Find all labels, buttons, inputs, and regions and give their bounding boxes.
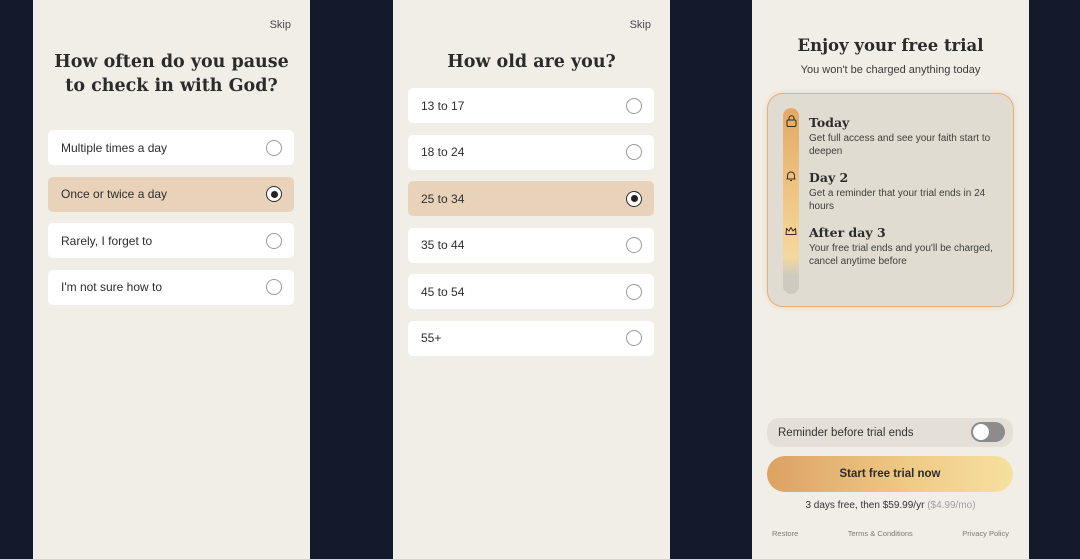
radio-button[interactable]: [266, 139, 282, 156]
age-question-screen: Skip How old are you? 13 to 17 18 to 24 …: [393, 0, 670, 559]
age-option[interactable]: 55+: [408, 320, 654, 356]
radio-button[interactable]: [626, 237, 642, 253]
age-option[interactable]: 18 to 24: [408, 134, 654, 170]
timeline-step-description: Get full access and see your faith start…: [809, 133, 991, 157]
radio-button-checked[interactable]: [266, 186, 282, 202]
answer-option-label: I'm not sure how to: [61, 280, 163, 294]
crown-icon: [784, 224, 798, 238]
bell-icon: [784, 169, 798, 183]
timeline-step-today: Today Get full access and see your faith…: [809, 115, 1005, 158]
age-option[interactable]: 13 to 17: [408, 88, 654, 123]
age-option-label: 45 to 54: [421, 284, 465, 299]
radio-button-checked[interactable]: [626, 190, 642, 207]
paywall-title: Enjoy your free trial: [797, 36, 984, 55]
price-main: 3 days free, then $59.99/yr: [805, 500, 925, 511]
radio-button[interactable]: [266, 232, 282, 249]
age-option[interactable]: 35 to 44: [408, 227, 654, 263]
legal-footer: Restore Terms & Conditions Privacy Polic…: [772, 529, 1009, 538]
timeline-step-day2: Day 2 Get a reminder that your trial end…: [809, 170, 1005, 213]
age-options-list: 13 to 17 18 to 24 25 to 34 35 to 44 45 t…: [408, 88, 654, 367]
age-option-label: 35 to 44: [421, 238, 465, 252]
free-trial-paywall-screen: Enjoy your free trial You won't be charg…: [752, 0, 1029, 559]
skip-button[interactable]: Skip: [270, 19, 291, 31]
question-title: How old are you?: [447, 52, 616, 72]
age-option-selected[interactable]: 25 to 34: [408, 181, 654, 216]
radio-button[interactable]: [266, 279, 282, 295]
answer-option-label: Once or twice a day: [61, 187, 168, 201]
question-title: How often do you pause to check in with …: [54, 52, 289, 96]
age-option-label: 55+: [421, 331, 442, 345]
timeline-step-description: Get a reminder that your trial ends in 2…: [809, 188, 986, 212]
age-option-label: 25 to 34: [421, 191, 465, 206]
skip-button[interactable]: Skip: [630, 19, 651, 31]
privacy-link[interactable]: Privacy Policy: [962, 529, 1009, 538]
answer-option[interactable]: Rarely, I forget to: [48, 223, 294, 258]
paywall-subtitle: You won't be charged anything today: [800, 64, 981, 76]
pricing-text: 3 days free, then $59.99/yr ($4.99/mo): [752, 500, 1029, 511]
answer-option-label: Rarely, I forget to: [61, 233, 153, 248]
timeline-step-after-day3: After day 3 Your free trial ends and you…: [809, 225, 1005, 268]
reminder-row: Reminder before trial ends: [767, 418, 1013, 447]
radio-button[interactable]: [626, 97, 642, 114]
answer-option-label: Multiple times a day: [61, 140, 168, 155]
radio-button[interactable]: [626, 283, 642, 300]
radio-button[interactable]: [626, 144, 642, 160]
trial-timeline-card: Today Get full access and see your faith…: [767, 93, 1014, 307]
answer-option[interactable]: Multiple times a day: [48, 130, 294, 165]
timeline-step-heading: Day 2: [809, 170, 849, 185]
timeline-step-heading: After day 3: [809, 225, 886, 240]
age-option-label: 18 to 24: [421, 145, 465, 159]
terms-link[interactable]: Terms & Conditions: [848, 529, 913, 538]
answer-options-list: Multiple times a day Once or twice a day…: [48, 130, 294, 316]
answer-option[interactable]: I'm not sure how to: [48, 269, 294, 305]
reminder-toggle[interactable]: [971, 422, 1005, 442]
radio-button[interactable]: [626, 330, 642, 346]
frequency-question-screen: Skip How often do you pause to check in …: [33, 0, 310, 559]
timeline-progress-bar: [783, 108, 799, 294]
reminder-label: Reminder before trial ends: [778, 426, 914, 439]
answer-option-selected[interactable]: Once or twice a day: [48, 176, 294, 212]
start-free-trial-button[interactable]: Start free trial now: [767, 456, 1013, 492]
timeline-step-heading: Today: [809, 115, 850, 130]
restore-link[interactable]: Restore: [772, 529, 798, 538]
timeline-step-description: Your free trial ends and you'll be charg…: [809, 243, 993, 267]
age-option[interactable]: 45 to 54: [408, 274, 654, 309]
age-option-label: 13 to 17: [421, 98, 465, 113]
price-monthly: ($4.99/mo): [927, 500, 976, 511]
lock-icon: [784, 114, 798, 128]
